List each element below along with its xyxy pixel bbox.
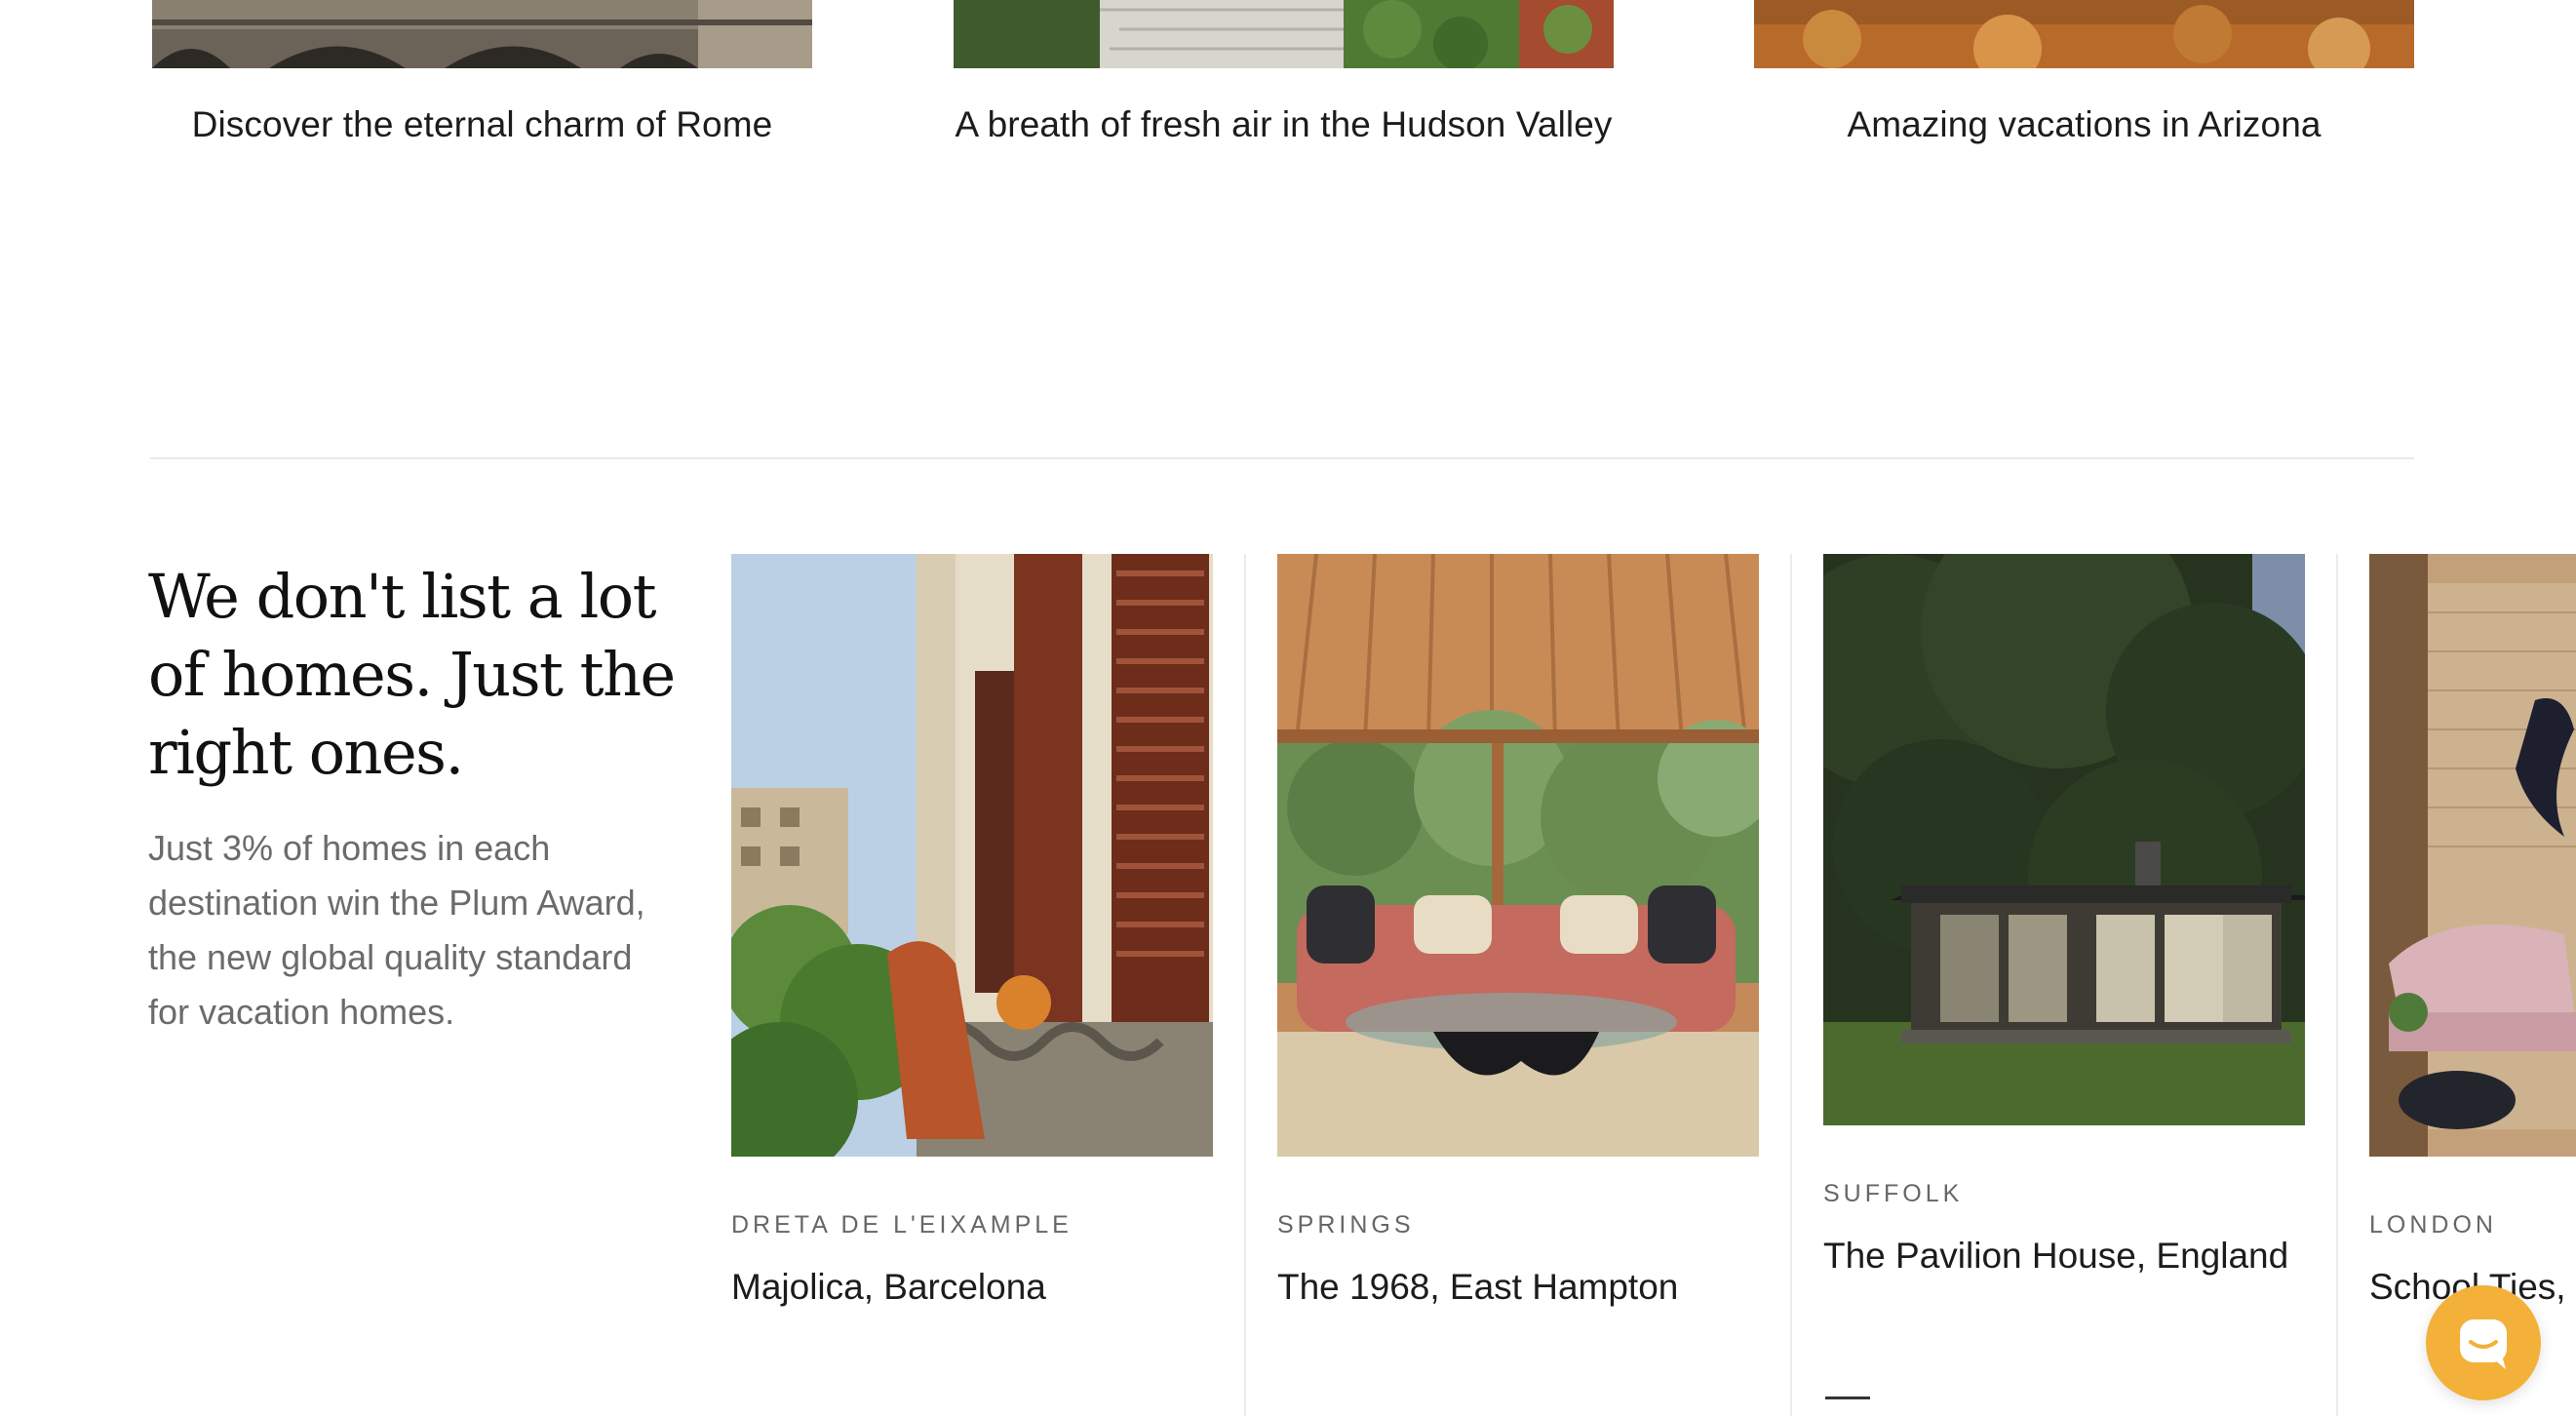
barcelona-balcony-image [731,554,1213,1157]
section-divider [150,457,2414,459]
card-separator [1244,554,1246,1416]
home-name: The 1968, East Hampton [1277,1267,1679,1307]
rome-bridge-image [152,0,812,68]
home-name: Majolica, Barcelona [731,1267,1046,1307]
card-dash [1825,1396,1870,1399]
destination-title: Amazing vacations in Arizona [1847,104,2322,144]
section-heading: We don't list a lot of homes. Just the r… [148,561,676,788]
home-region: LONDON [2369,1211,2497,1239]
page: Discover the eternal charm of Rome A bre… [0,0,2576,1416]
destination-title: A breath of fresh air in the Hudson Vall… [955,104,1613,144]
home-card-suffolk[interactable]: SUFFOLK The Pavilion House, England [1823,554,2305,1277]
arizona-desert-image [1754,0,2414,68]
hudson-valley-image [954,0,1614,68]
home-region: SUFFOLK [1823,1180,1964,1207]
destination-title: Discover the eternal charm of Rome [191,104,773,144]
home-card-east-hampton[interactable]: SPRINGS The 1968, East Hampton [1277,554,1759,1308]
section-description: Just 3% of homes in each destination win… [148,828,645,1032]
home-card-london[interactable]: LONDON School Ties, [2369,554,2576,1308]
card-separator [1790,554,1792,1416]
home-region: DRETA DE L'EIXAMPLE [731,1211,1073,1239]
east-hampton-living-room-image [1277,554,1759,1157]
home-card-barcelona[interactable]: DRETA DE L'EIXAMPLE Majolica, Barcelona [731,554,1213,1308]
home-name: The Pavilion House, England [1823,1236,2289,1276]
chat-launcher-button[interactable] [2426,1285,2541,1400]
home-region: SPRINGS [1277,1211,1415,1239]
london-loft-image [2369,554,2576,1157]
chat-bubble-icon [2460,1319,2507,1369]
card-separator [2336,554,2338,1416]
suffolk-pavilion-house-image [1823,554,2305,1125]
